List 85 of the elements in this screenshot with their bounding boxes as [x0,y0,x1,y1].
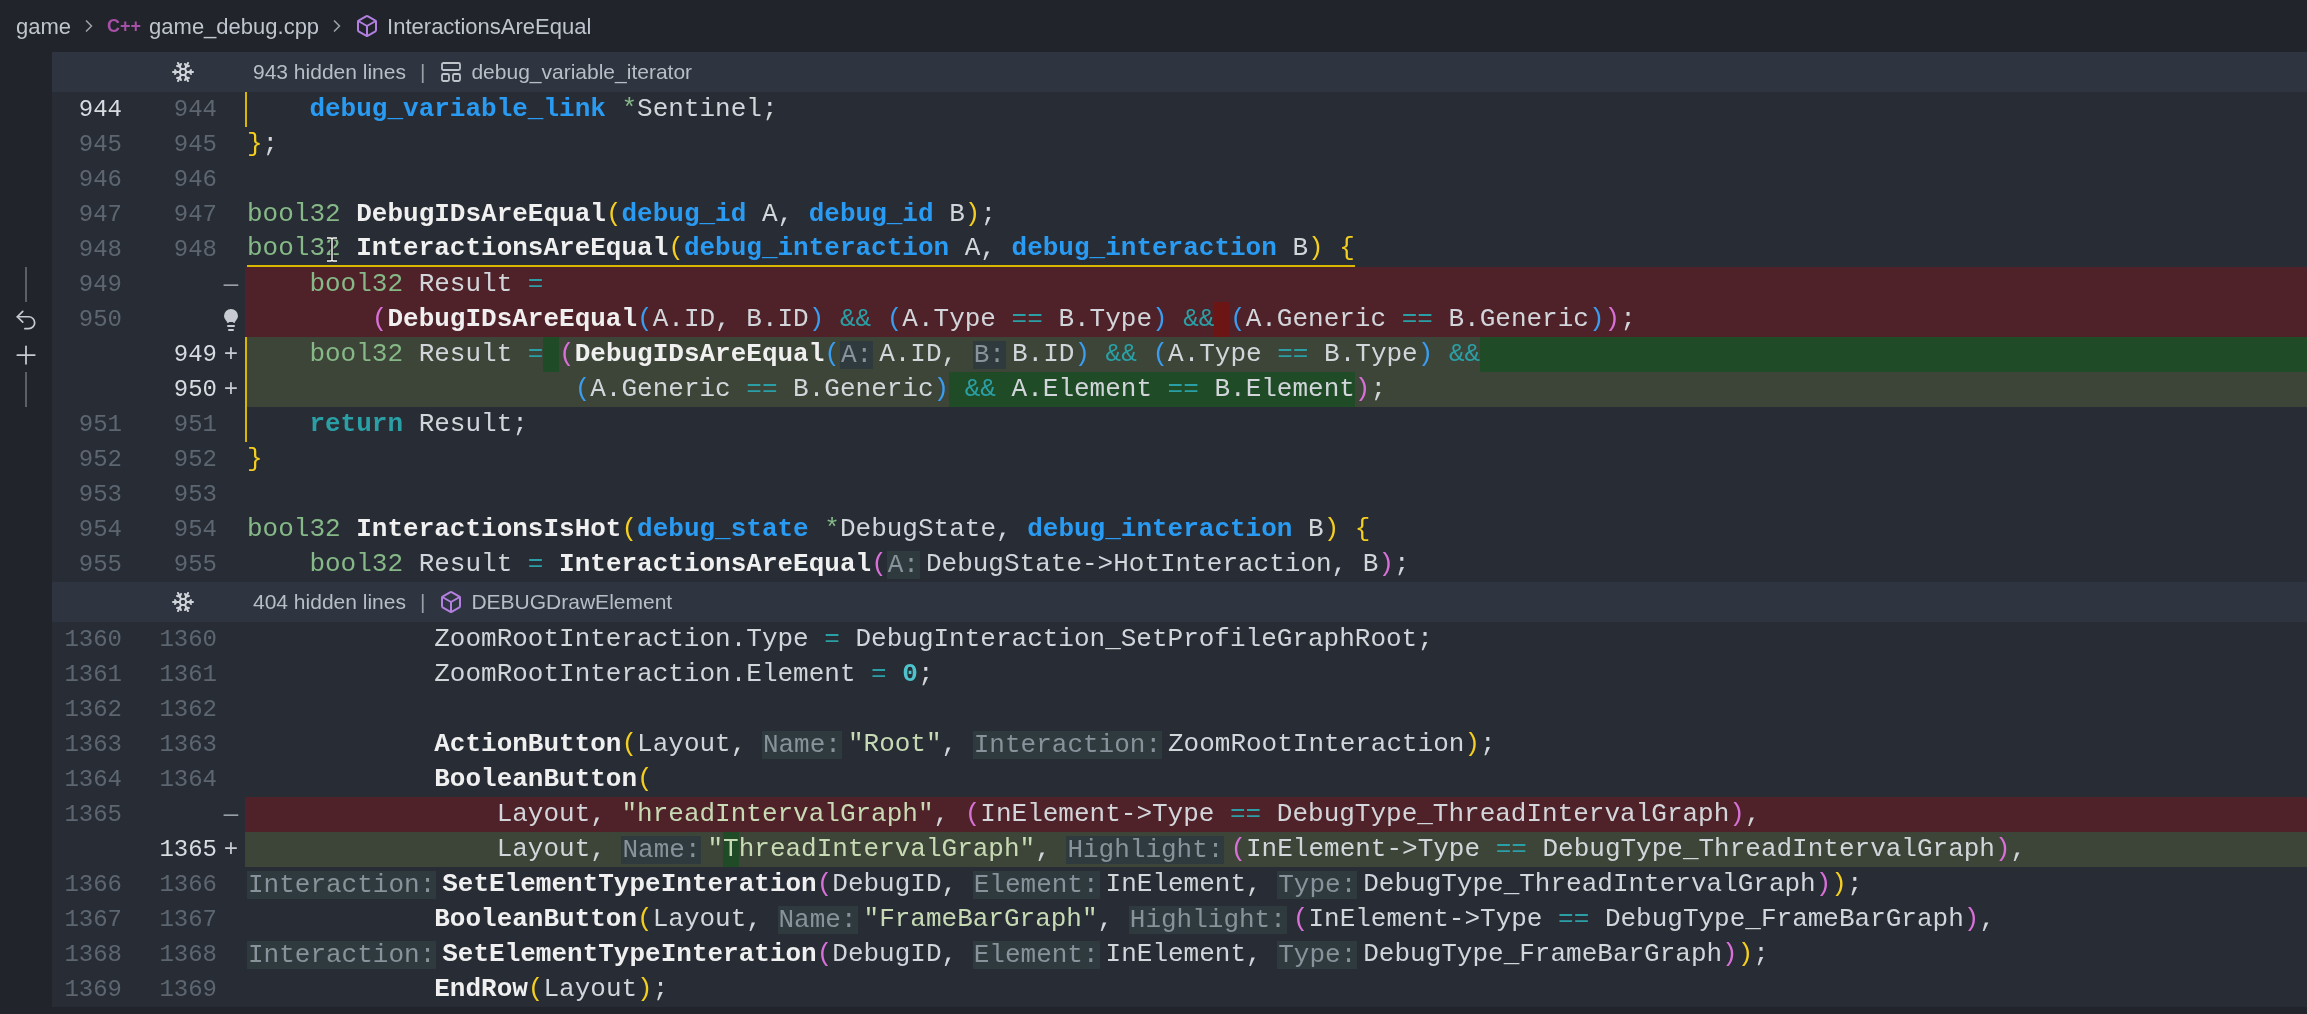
line-number: 950 [173,374,217,405]
diff-marker: — [223,799,239,830]
line-number: 952 [78,444,122,475]
line-number: 952 [173,444,217,475]
code-line: bool32 Result = InteractionsAreEqual(A: DebugState->HotInteraction, B); [308,548,1410,582]
line-number: 947 [78,199,122,230]
line-number: 955 [78,549,122,580]
line-number: 946 [78,164,122,195]
diff-marker: + [223,834,239,865]
line-number: 944 [78,94,122,125]
hidden-lines-bar[interactable]: 404 hidden lines | DEBUGDrawElement [52,582,2307,622]
line-number: 948 [173,234,217,265]
line-number: 1361 [64,659,122,690]
line-number: 955 [173,549,217,580]
code-line: (DebugIDsAreEqual(A.ID, B.ID) && (A.Type == B.Type) && (A.Generic == B.Generic)); [247,302,1636,337]
code-line: Interaction: SetElementTypeInteration(DebugID, Element: InElement, Type: DebugType_FrameBarGraph)); [247,938,1769,972]
line-number: 1364 [64,764,122,795]
line-number: 947 [173,199,217,230]
line-number: 1363 [64,729,122,760]
code-line: Layout, Name: "ThreadIntervalGraph", Highlight: (InElement->Type == DebugType_ThreadIntervalGraph), [495,832,2027,867]
hidden-lines-count: 404 hidden lines [253,589,406,616]
breadcrumb-item[interactable]: InteractionsAreEqual [387,9,592,43]
code-line: return Result; [308,408,528,441]
line-number: 951 [78,409,122,440]
line-number: 954 [173,514,217,545]
separator: | [419,589,426,616]
code-line: bool32 Result = [308,268,544,301]
line-number: 1360 [64,624,122,655]
line-number: 945 [78,129,122,160]
line-number: 1369 [64,974,122,1005]
line-number: 945 [173,129,217,160]
code-line: bool32 InteractionsIsHot(debug_state *DebugState, debug_interaction B) { [247,513,1371,546]
code-line: ZoomRootInteraction.Type = DebugInteraction_SetProfileGraphRoot; [433,623,1433,656]
line-number: 1365 [64,799,122,830]
line-number: 949 [78,269,122,300]
line-number: 1369 [159,974,217,1005]
line-number: 1362 [64,694,122,725]
line-number: 953 [173,479,217,510]
line-number: 950 [78,304,122,335]
code-line: } [247,443,263,476]
hidden-lines-count: 943 hidden lines [253,59,406,86]
code-line: ZoomRootInteraction.Element = 0; [433,658,934,691]
code-line: Interaction: SetElementTypeInteration(DebugID, Element: InElement, Type: DebugType_ThreadIntervalGraph)); [247,868,1863,902]
line-number: 1367 [159,904,217,935]
diff-marker: — [223,269,239,300]
line-number: 1363 [159,729,217,760]
code-line: BooleanButton(Layout, Name: "FrameBarGraph", Highlight: (InElement->Type == DebugType_FrameBarGraph), [433,903,1995,937]
cube-icon [355,14,380,38]
hidden-lines-bar[interactable]: 943 hidden lines | debug_variable_iterator [52,52,2307,92]
symbol-name[interactable]: DEBUGDrawElement [471,586,673,618]
line-number: 1366 [159,869,217,900]
file-type-label: C++ [107,14,142,38]
code-line: ActionButton(Layout, Name: "Root", Interaction: ZoomRootInteraction); [433,728,1496,762]
code-line: }; [247,128,279,161]
diff-marker: + [223,339,239,370]
diff-marker: + [223,374,239,405]
line-number: 954 [78,514,122,545]
code-line: bool32 Result = (DebugIDsAreEqual(A: A.ID, B: B.ID) && (A.Type == B.Type) && [308,337,1481,372]
line-number: 946 [173,164,217,195]
line-number: 1367 [64,904,122,935]
line-number: 953 [78,479,122,510]
line-number: 1368 [64,939,122,970]
code-line: EndRow(Layout); [433,973,669,1006]
snowflake-icon[interactable] [171,60,195,84]
breadcrumb-item[interactable]: game_debug.cpp [149,9,320,43]
code-line: Layout, "hreadIntervalGraph", (InElement->Type == DebugType_ThreadIntervalGraph), [495,798,1761,831]
line-number: 1365 [159,834,217,865]
line-number: 951 [173,409,217,440]
breadcrumb-item[interactable]: game [16,9,72,43]
line-number: 944 [173,94,217,125]
code-line: debug_variable_link *Sentinel; [308,93,778,126]
line-number: 948 [78,234,122,265]
line-number: 1368 [159,939,217,970]
line-number: 1360 [159,624,217,655]
line-number: 1362 [159,694,217,725]
line-number: 1364 [159,764,217,795]
code-line: bool32 DebugIDsAreEqual(debug_id A, debug_id B); [247,198,996,231]
line-number: 949 [173,339,217,370]
separator: | [419,59,426,86]
symbol-name[interactable]: debug_variable_iterator [471,56,693,88]
line-number: 1366 [64,869,122,900]
code-line: BooleanButton( [433,763,653,796]
code-line: (A.Generic == B.Generic) && A.Element == B.Element); [247,372,1387,407]
line-number: 1361 [159,659,217,690]
snowflake-icon[interactable] [171,590,195,614]
